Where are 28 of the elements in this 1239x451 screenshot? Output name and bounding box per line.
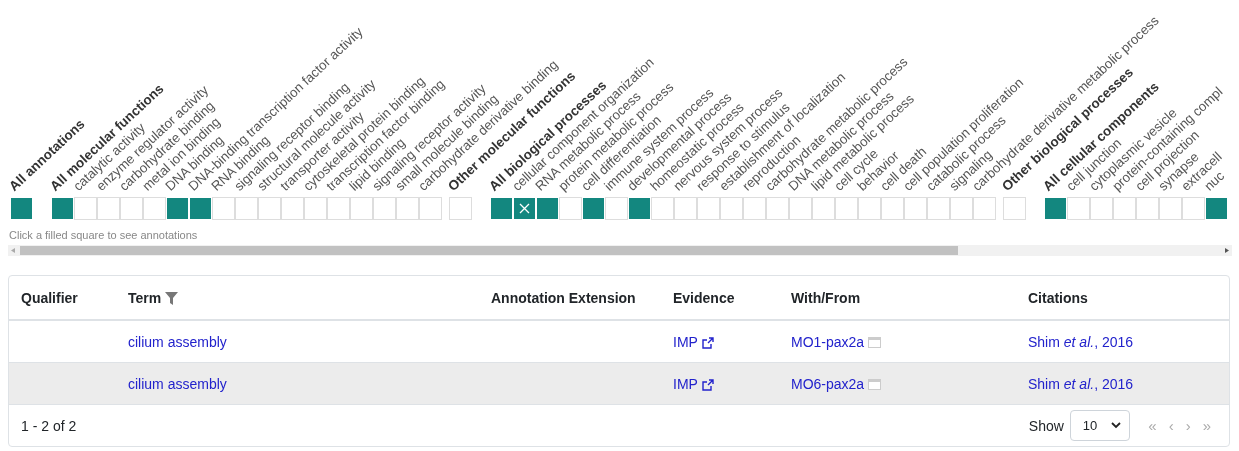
term-link[interactable]: cilium assembly — [128, 375, 227, 392]
column-header[interactable]: Citations — [1028, 289, 1088, 306]
column-header[interactable]: Annotation Extension — [491, 289, 636, 306]
filter-icon[interactable] — [165, 292, 179, 306]
column-header[interactable]: With/From — [791, 289, 861, 306]
scroll-right-icon[interactable] — [1225, 248, 1229, 253]
with-from-link[interactable]: MO6-pax2a — [791, 375, 865, 392]
show-label: Show — [1028, 417, 1064, 434]
evidence-link[interactable]: IMP — [673, 333, 698, 350]
citation-link[interactable]: Shim et al., 2016 — [1028, 375, 1134, 392]
evidence-link[interactable]: IMP — [673, 375, 698, 392]
scroll-left-icon[interactable] — [11, 248, 15, 253]
column-header[interactable]: Term — [128, 289, 162, 306]
popup-icon[interactable] — [868, 379, 882, 391]
external-link-icon[interactable] — [701, 336, 714, 349]
citation-link[interactable]: Shim et al., 2016 — [1028, 333, 1134, 350]
page-size-select[interactable]: 10 — [1069, 410, 1131, 441]
horizontal-scrollbar[interactable] — [8, 245, 1232, 256]
with-from-link[interactable]: MO1-pax2a — [791, 333, 865, 350]
term-link[interactable]: cilium assembly — [128, 333, 227, 350]
popup-icon[interactable] — [868, 337, 882, 349]
external-link-icon[interactable] — [701, 378, 714, 391]
chevron-down-icon — [1111, 422, 1122, 429]
x-mark-icon — [519, 203, 530, 214]
result-count: 1 - 2 of 2 — [21, 417, 77, 434]
hint-text: Click a filled square to see annotations — [9, 229, 198, 241]
column-header[interactable]: Qualifier — [21, 289, 78, 306]
column-header[interactable]: Evidence — [673, 289, 735, 306]
